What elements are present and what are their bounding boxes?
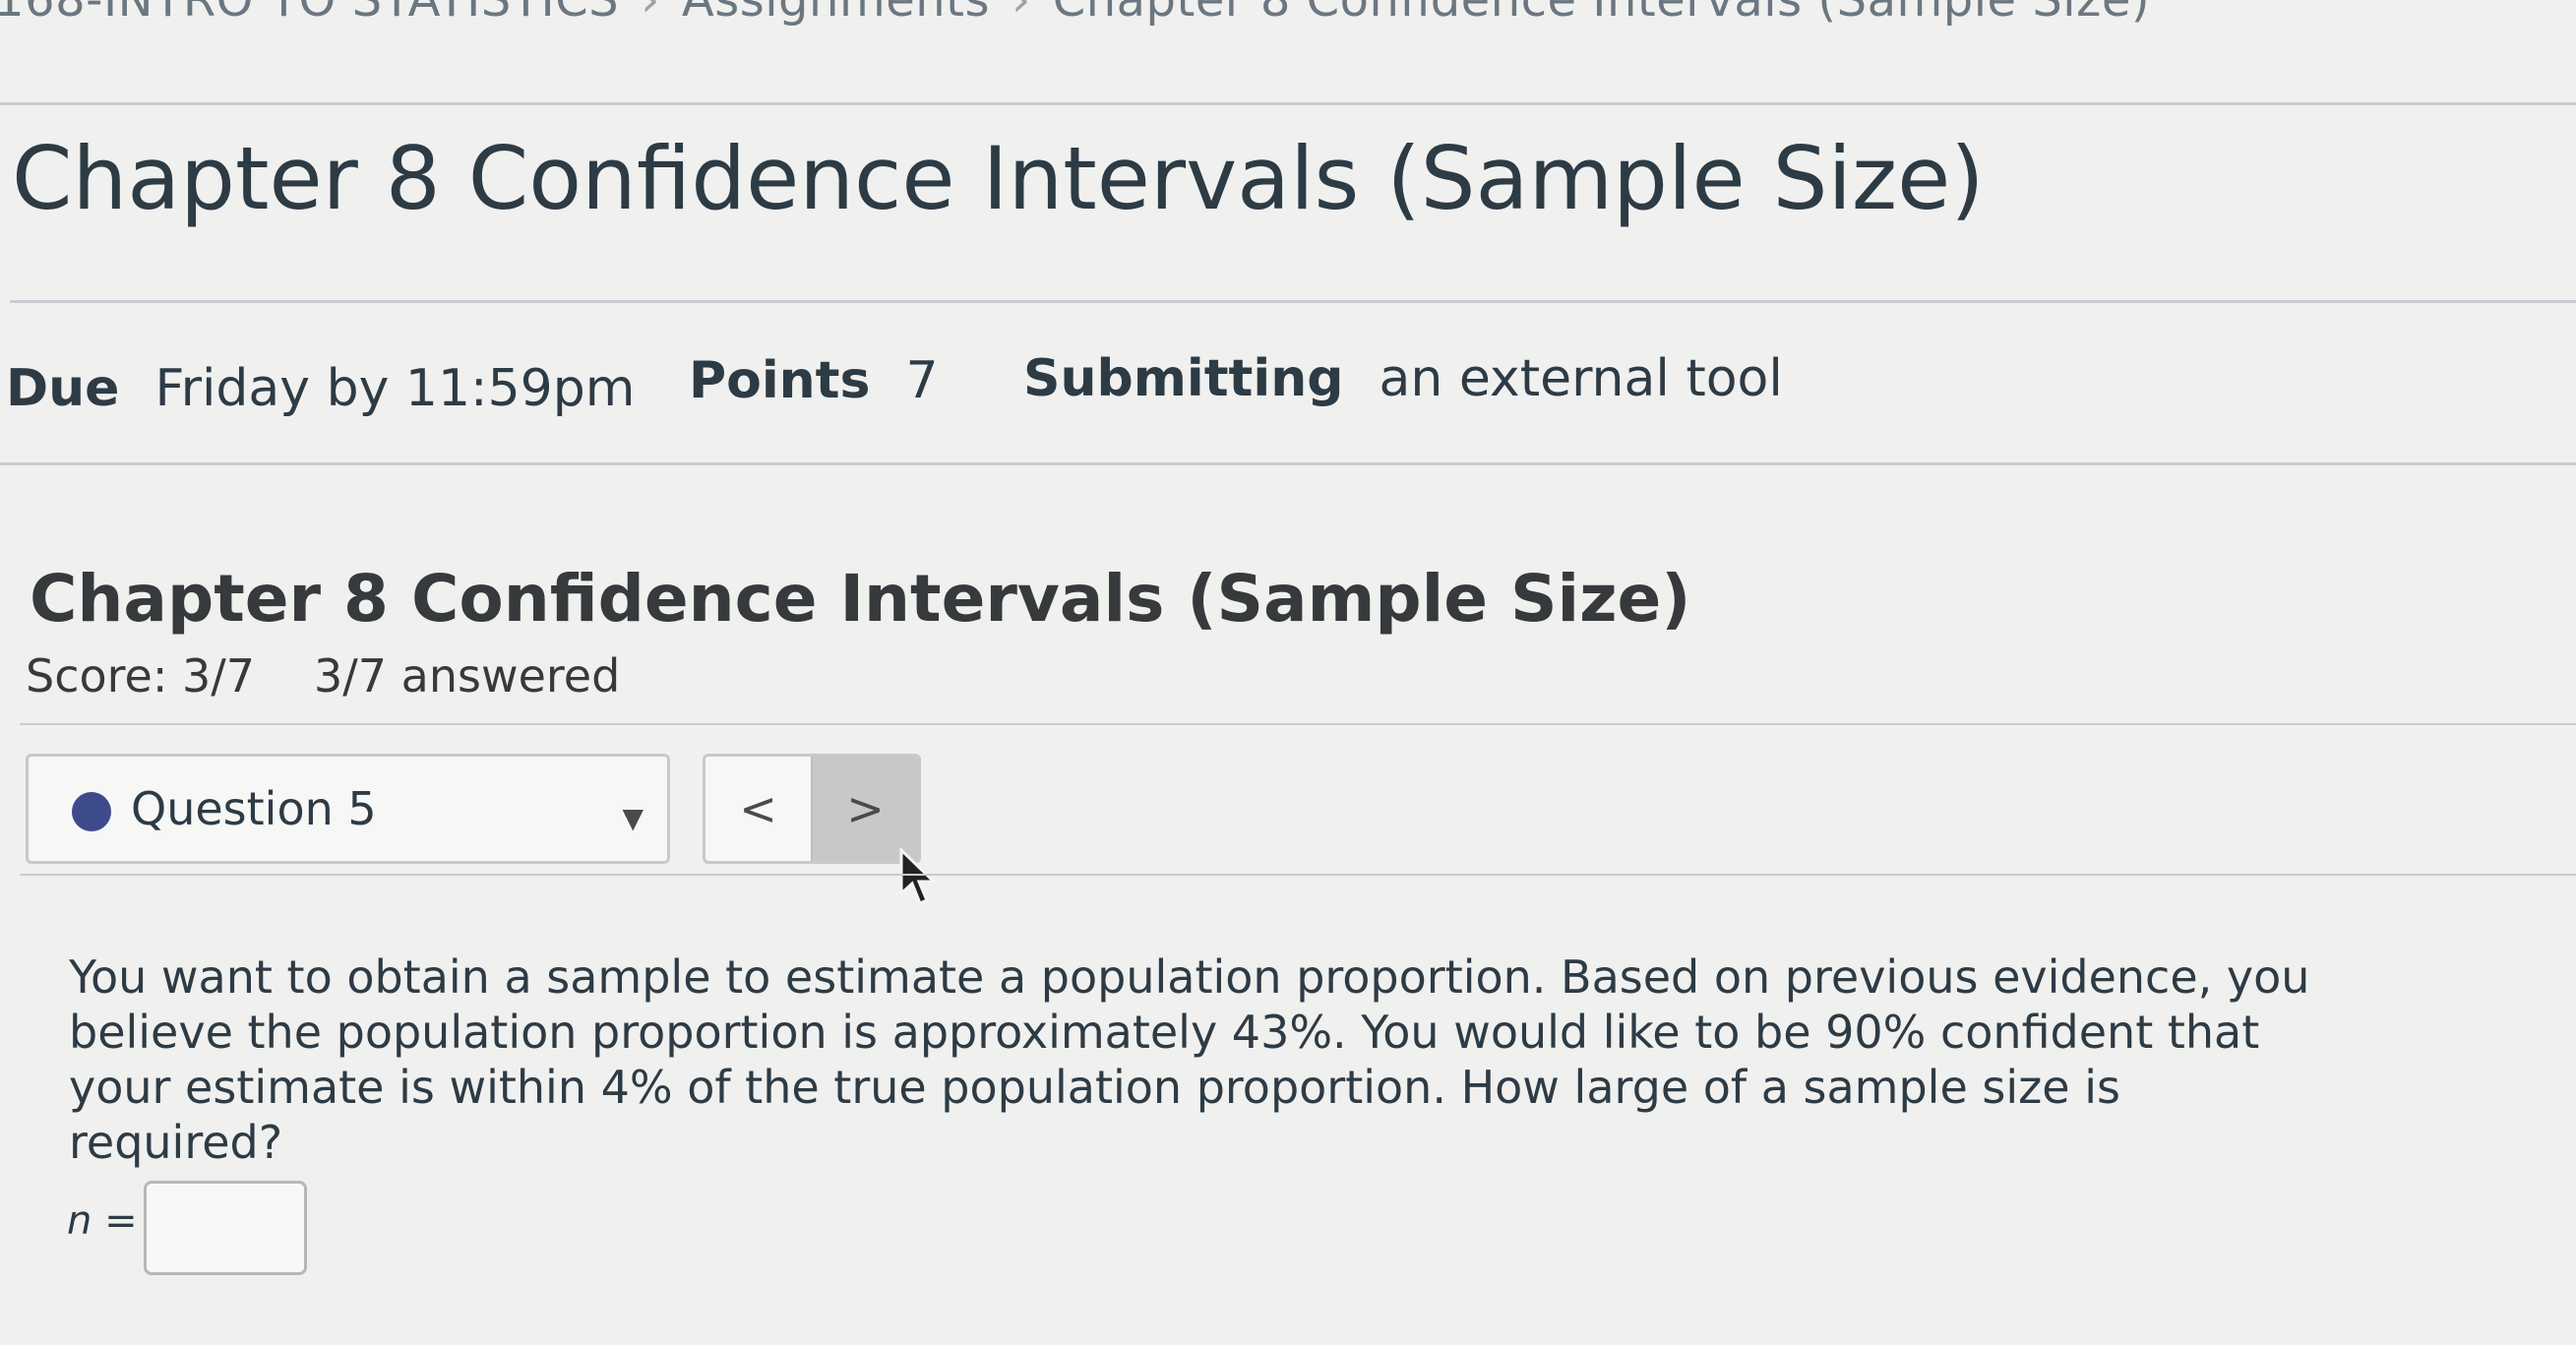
answer-variable: n: [67, 1198, 92, 1244]
submitting-label: Submitting: [1023, 349, 1344, 408]
question-pager: < >: [703, 754, 921, 864]
sample-size-answer-input[interactable]: [144, 1181, 307, 1275]
page-title: Chapter 8 Confidence Intervals (Sample S…: [12, 128, 1985, 229]
chevron-right-icon: >: [846, 782, 885, 835]
divider: [10, 300, 2576, 303]
question-select-dropdown[interactable]: Question 5 ▼: [26, 754, 670, 864]
answer-equals: =: [104, 1198, 138, 1244]
divider: [0, 462, 2576, 465]
next-question-button[interactable]: >: [811, 757, 918, 861]
points-value: 7: [905, 351, 939, 410]
previous-question-button[interactable]: <: [705, 757, 811, 861]
mouse-cursor-icon: [899, 848, 938, 905]
breadcrumb: 168-INTRO TO STATISTICS › Assignments › Chap…: [0, 0, 2150, 28]
submitting-info: Submitting an external tool: [1023, 349, 1783, 408]
divider: [20, 723, 2576, 725]
breadcrumb-separator-icon: ›: [1011, 0, 1031, 28]
selected-question-label: Question 5: [131, 782, 377, 835]
chevron-left-icon: <: [739, 782, 777, 835]
answered-count: 3/7 answered: [314, 649, 621, 703]
points-info: Points 7: [689, 351, 939, 410]
breadcrumb-course-link[interactable]: 168-INTRO TO STATISTICS: [0, 0, 619, 28]
due-value: Friday by 11:59pm: [154, 359, 636, 418]
submitting-value: an external tool: [1379, 349, 1783, 408]
points-label: Points: [689, 351, 871, 410]
breadcrumb-assignments-link[interactable]: Assignments: [682, 0, 990, 28]
divider: [0, 102, 2576, 105]
assignment-tool-title: Chapter 8 Confidence Intervals (Sample S…: [30, 561, 1691, 637]
divider: [20, 874, 2576, 876]
question-text: You want to obtain a sample to estimate …: [69, 950, 2310, 1169]
breadcrumb-current: Chapter 8 Confidence Intervals (Sample S…: [1052, 0, 2151, 28]
caret-down-icon: ▼: [622, 802, 644, 834]
breadcrumb-separator-icon: ›: [641, 0, 660, 28]
answer-label: n =: [67, 1198, 138, 1244]
question-status-dot: [72, 792, 111, 831]
due-info: Due Friday by 11:59pm: [6, 359, 635, 418]
score-summary: Score: 3/7 3/7 answered: [26, 649, 620, 703]
score-text: Score: 3/7: [26, 649, 255, 703]
due-label: Due: [6, 359, 120, 418]
